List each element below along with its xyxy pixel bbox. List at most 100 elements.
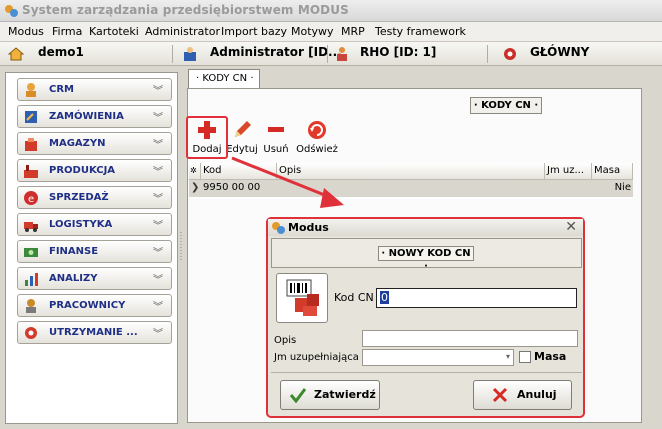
sidebar-item-label: UTRZYMANIE ... — [49, 327, 138, 338]
chevron-down-icon: ︾ — [153, 140, 163, 151]
jm-select[interactable]: ▾ — [362, 349, 514, 366]
tab-label: · KODY CN · — [196, 73, 254, 84]
employees-icon — [23, 298, 39, 314]
menu-item-import[interactable]: Import bazy — [221, 25, 287, 38]
menu-item-kartoteki[interactable]: Kartoteki — [89, 25, 139, 38]
context-bar: demo1 Administrator [ID... RHO [ID: 1] G… — [0, 42, 662, 66]
cancel-button[interactable]: Anuluj — [473, 380, 572, 410]
sidebar-item-pracownicy[interactable]: PRACOWNICY ︾ — [17, 294, 172, 317]
edit-button[interactable]: Edytuj — [226, 119, 258, 155]
chevron-down-icon: ︾ — [153, 248, 163, 259]
sidebar-item-magazyn[interactable]: MAGAZYN ︾ — [17, 132, 172, 155]
divider — [271, 372, 582, 373]
menu-item-modus[interactable]: Modus — [8, 25, 44, 38]
sidebar-item-sprzedaz[interactable]: e SPRZEDAŻ ︾ — [17, 186, 172, 209]
menu-item-administrator[interactable]: Administrator — [145, 25, 220, 38]
menu-item-firma[interactable]: Firma — [52, 25, 82, 38]
sidebar-item-label: ZAMÓWIENIA — [49, 111, 124, 122]
pencil-icon — [235, 121, 251, 137]
refresh-button[interactable]: Odśwież — [295, 119, 339, 155]
divider — [172, 45, 173, 63]
confirm-button-label: Zatwierdź — [314, 388, 376, 401]
delete-button[interactable]: Usuń — [261, 119, 291, 155]
dropdown-arrow-icon: ▾ — [505, 352, 510, 361]
analytics-icon — [23, 271, 39, 287]
warehouse-icon — [23, 136, 39, 152]
checkmark-icon — [289, 388, 307, 403]
chevron-down-icon: ︾ — [153, 329, 163, 340]
cancel-button-label: Anuluj — [517, 388, 557, 401]
chevron-down-icon: ︾ — [153, 302, 163, 313]
current-module[interactable]: GŁÓWNY — [530, 45, 589, 63]
sidebar-item-label: FINANSE — [49, 246, 99, 257]
kod-cn-label: Kod CN — [334, 291, 374, 304]
dialog-title-bar[interactable]: Modus ✕ — [268, 219, 583, 236]
chevron-down-icon: ︾ — [153, 86, 163, 97]
company-name[interactable]: demo1 — [38, 45, 84, 63]
menu-item-motywy[interactable]: Motywy — [291, 25, 334, 38]
orders-icon — [23, 109, 39, 125]
user-icon — [183, 46, 197, 62]
role-icon — [335, 46, 349, 62]
menu-item-mrp[interactable]: MRP — [341, 25, 365, 38]
current-role[interactable]: RHO [ID: 1] — [360, 45, 436, 63]
sidebar: CRM ︾ ZAMÓWIENIA ︾ MAGAZYN ︾ PRODUKCJA ︾… — [5, 72, 178, 424]
sidebar-item-analizy[interactable]: ANALIZY ︾ — [17, 267, 172, 290]
opis-input[interactable] — [362, 330, 578, 347]
close-icon[interactable]: ✕ — [565, 219, 577, 235]
kod-cn-value: 0 — [380, 291, 389, 304]
row-pointer-icon: ❯ — [191, 182, 200, 193]
masa-checkbox[interactable] — [519, 351, 531, 363]
sidebar-item-label: SPRZEDAŻ — [49, 192, 109, 203]
refresh-icon — [308, 121, 326, 139]
crm-icon — [23, 82, 39, 98]
module-icon — [502, 46, 518, 62]
sidebar-item-utrzymanie[interactable]: UTRZYMANIE ... ︾ — [17, 321, 172, 344]
production-icon — [23, 163, 39, 179]
sidebar-item-label: MAGAZYN — [49, 138, 106, 149]
sidebar-item-zamowienia[interactable]: ZAMÓWIENIA ︾ — [17, 105, 172, 128]
maintenance-icon — [23, 325, 39, 341]
dialog-caption: · NOWY KOD CN · — [378, 246, 474, 272]
barcode-icon — [286, 279, 319, 316]
app-logo-icon — [271, 221, 285, 235]
splitter-handle[interactable] — [178, 72, 184, 424]
current-user[interactable]: Administrator [ID... — [210, 45, 342, 63]
chevron-down-icon: ︾ — [153, 221, 163, 232]
menu-bar: Modus Firma Kartoteki Administrator Impo… — [0, 22, 662, 42]
app-logo-icon — [4, 4, 18, 18]
kod-cn-input[interactable]: 0 — [376, 288, 577, 308]
sidebar-item-finanse[interactable]: FINANSE ︾ — [17, 240, 172, 263]
dialog-title: Modus — [288, 221, 329, 234]
sidebar-item-crm[interactable]: CRM ︾ — [17, 78, 172, 101]
sidebar-item-logistyka[interactable]: LOGISTYKA ︾ — [17, 213, 172, 236]
cell-masa: Nie — [614, 182, 631, 193]
tab-kody-cn[interactable]: · KODY CN · — [188, 69, 260, 89]
grid-corner-icon: ✲ — [189, 163, 201, 180]
window-title-bar[interactable]: System zarządzania przedsiębiorstwem MOD… — [0, 0, 662, 22]
menu-item-testy[interactable]: Testy framework — [375, 25, 466, 38]
confirm-button[interactable]: Zatwierdź — [280, 380, 380, 410]
chevron-down-icon: ︾ — [153, 167, 163, 178]
sidebar-item-label: PRACOWNICY — [49, 300, 126, 311]
sidebar-item-label: CRM — [49, 84, 74, 95]
annotation-arrow — [231, 156, 344, 208]
sidebar-item-label: ANALIZY — [49, 273, 98, 284]
opis-label: Opis — [274, 335, 297, 346]
column-header-jm[interactable]: Jm uz... — [545, 163, 592, 180]
x-icon — [492, 387, 508, 403]
divider — [487, 45, 488, 63]
chevron-down-icon: ︾ — [153, 194, 163, 205]
finance-icon — [23, 244, 39, 260]
barcode-image-button[interactable] — [276, 273, 328, 323]
home-icon — [7, 47, 25, 61]
sidebar-item-produkcja[interactable]: PRODUKCJA ︾ — [17, 159, 172, 182]
sidebar-item-label: PRODUKCJA — [49, 165, 116, 176]
svg-text:e: e — [28, 194, 34, 205]
minus-icon — [268, 127, 284, 132]
cell-jm — [547, 180, 592, 197]
masa-label: Masa — [534, 350, 567, 363]
chevron-down-icon: ︾ — [153, 275, 163, 286]
column-header-masa[interactable]: Masa — [592, 163, 633, 180]
jm-label: Jm uzupełniająca — [274, 352, 359, 363]
